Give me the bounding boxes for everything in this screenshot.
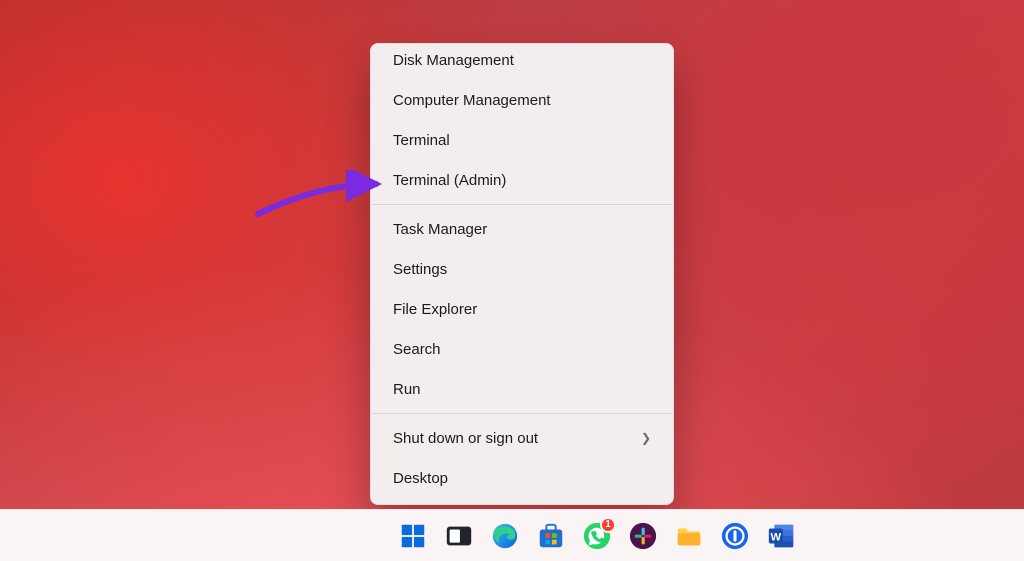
menu-item-label: Desktop xyxy=(393,470,448,487)
menu-item-label: Terminal xyxy=(393,132,450,149)
menu-item-label: Shut down or sign out xyxy=(393,430,538,447)
onepassword-button[interactable] xyxy=(717,518,753,554)
menu-item-label: Terminal (Admin) xyxy=(393,172,506,189)
menu-item-label: Disk Management xyxy=(393,52,514,69)
menu-item-disk-management[interactable]: Disk Management xyxy=(371,40,673,80)
menu-item-label: Task Manager xyxy=(393,221,487,238)
menu-item-label: Computer Management xyxy=(393,92,551,109)
windows-logo-icon xyxy=(398,521,428,551)
svg-text:W: W xyxy=(771,531,782,543)
taskbar-item-group: 1 xyxy=(395,518,799,554)
menu-item-label: Settings xyxy=(393,261,447,278)
menu-item-label: File Explorer xyxy=(393,301,477,318)
onepassword-icon xyxy=(720,521,750,551)
menu-separator xyxy=(372,413,672,414)
notification-badge: 1 xyxy=(600,517,616,533)
whatsapp-button[interactable]: 1 xyxy=(579,518,615,554)
menu-item-label: Run xyxy=(393,381,421,398)
file-explorer-button[interactable] xyxy=(671,518,707,554)
menu-item-shut-down-or-sign-out[interactable]: Shut down or sign out ❯ xyxy=(371,418,673,458)
store-button[interactable] xyxy=(533,518,569,554)
menu-item-task-manager[interactable]: Task Manager xyxy=(371,209,673,249)
menu-item-search[interactable]: Search xyxy=(371,329,673,369)
file-explorer-icon xyxy=(674,521,704,551)
menu-item-run[interactable]: Run xyxy=(371,369,673,409)
menu-item-computer-management[interactable]: Computer Management xyxy=(371,80,673,120)
word-button[interactable]: W xyxy=(763,518,799,554)
edge-button[interactable] xyxy=(487,518,523,554)
power-user-menu: Disk Management Computer Management Term… xyxy=(370,43,674,505)
word-icon: W xyxy=(766,521,796,551)
menu-item-terminal-admin[interactable]: Terminal (Admin) xyxy=(371,160,673,200)
taskbar: 1 xyxy=(0,509,1024,561)
menu-separator xyxy=(372,204,672,205)
menu-item-file-explorer[interactable]: File Explorer xyxy=(371,289,673,329)
start-button[interactable] xyxy=(395,518,431,554)
edge-icon xyxy=(490,521,520,551)
slack-icon xyxy=(628,521,658,551)
chevron-right-icon: ❯ xyxy=(641,431,651,445)
menu-item-terminal[interactable]: Terminal xyxy=(371,120,673,160)
menu-item-label: Search xyxy=(393,341,441,358)
menu-item-settings[interactable]: Settings xyxy=(371,249,673,289)
microsoft-store-icon xyxy=(536,521,566,551)
menu-item-desktop[interactable]: Desktop xyxy=(371,458,673,498)
task-view-button[interactable] xyxy=(441,518,477,554)
slack-button[interactable] xyxy=(625,518,661,554)
task-view-icon xyxy=(444,521,474,551)
